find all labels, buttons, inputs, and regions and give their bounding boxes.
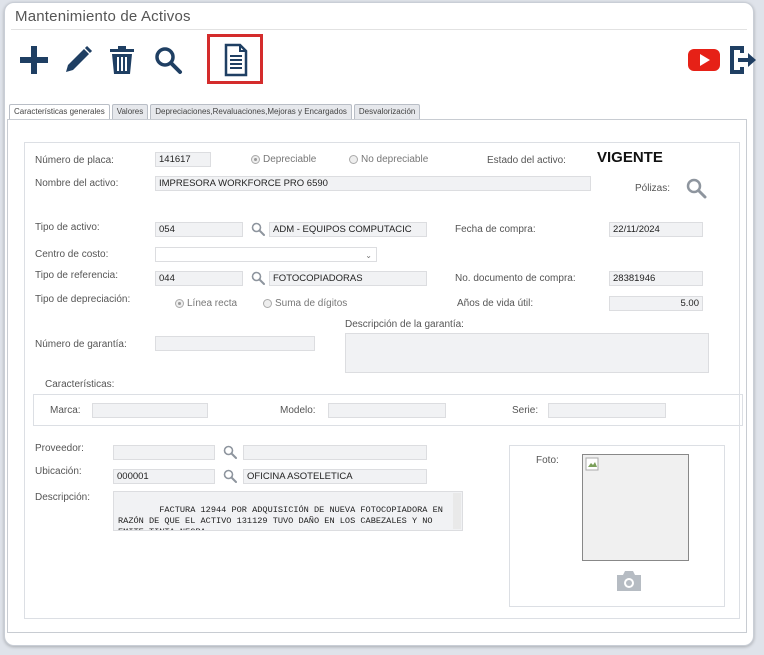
tipo-activo-label: Tipo de activo: (35, 222, 100, 233)
estado-value: VIGENTE (597, 149, 663, 166)
camera-button[interactable] (614, 568, 644, 599)
photo-placeholder (582, 454, 689, 561)
foto-label: Foto: (536, 455, 559, 466)
camera-icon (617, 571, 641, 591)
centro-costo-select[interactable]: ⌄ (155, 247, 377, 262)
tab-caracteristicas[interactable]: Características generales (9, 104, 110, 120)
no-depreciable-label: No depreciable (361, 154, 429, 165)
broken-image-icon (585, 457, 599, 471)
asset-maintenance-window: Mantenimiento de Activos Características… (4, 2, 756, 646)
tipo-activo-desc-field[interactable]: ADM - EQUIPOS COMPUTACIC (269, 222, 427, 237)
placa-field[interactable]: 141617 (155, 152, 211, 167)
proveedor-desc-field[interactable] (243, 445, 427, 460)
centro-costo-label: Centro de costo: (35, 249, 109, 260)
search-icon (251, 222, 265, 236)
descripcion-text: FACTURA 12944 POR ADQUISICIÓN DE NUEVA F… (118, 505, 443, 530)
ubicacion-search-button[interactable] (223, 469, 237, 488)
ubicacion-code-field[interactable]: 000001 (113, 469, 215, 484)
serie-label: Serie: (512, 405, 539, 416)
window-title: Mantenimiento de Activos (15, 8, 191, 25)
search-icon (223, 445, 237, 459)
edit-button[interactable] (59, 41, 97, 79)
report-button[interactable] (216, 41, 254, 79)
descripcion-field[interactable]: FACTURA 12944 POR ADQUISICIÓN DE NUEVA F… (113, 491, 463, 531)
proveedor-code-field[interactable] (113, 445, 215, 460)
search-icon (686, 178, 707, 199)
tipo-activo-search-button[interactable] (251, 222, 265, 241)
tab-desvalorizacion[interactable]: Desvalorización (353, 104, 421, 119)
nombre-label: Nombre del activo: (35, 178, 119, 189)
tipo-ref-desc-field[interactable]: FOTOCOPIADORAS (269, 271, 427, 286)
delete-button[interactable] (103, 41, 141, 79)
document-icon (224, 43, 248, 77)
search-button[interactable] (149, 41, 187, 79)
tipo-activo-code-field[interactable]: 054 (155, 222, 243, 237)
modelo-label: Modelo: (280, 405, 316, 416)
depreciable-radio[interactable]: Depreciable (251, 154, 316, 165)
foto-group: Foto: (509, 445, 725, 607)
title-divider (11, 29, 747, 30)
ubicacion-label: Ubicación: (35, 466, 82, 477)
toolbar (15, 34, 756, 84)
add-button[interactable] (15, 41, 53, 79)
anos-label: Años de vida útil: (457, 298, 534, 309)
marca-label: Marca: (50, 405, 81, 416)
tab-valores[interactable]: Valores (111, 104, 149, 119)
trash-icon (110, 46, 134, 74)
anos-field[interactable]: 5.00 (609, 296, 703, 311)
tipo-ref-code-field[interactable]: 044 (155, 271, 243, 286)
caracteristicas-label: Características: (45, 379, 115, 390)
estado-label: Estado del activo: (487, 155, 566, 166)
form-area: Número de placa: 141617 Depreciable No d… (24, 142, 743, 619)
modelo-field[interactable] (328, 403, 446, 418)
no-doc-label: No. documento de compra: (455, 273, 576, 284)
proveedor-label: Proveedor: (35, 443, 84, 454)
radio-dot (263, 299, 272, 308)
linea-recta-label: Línea recta (187, 298, 238, 309)
pencil-icon (66, 45, 93, 72)
search-icon (251, 271, 265, 285)
polizas-search-button[interactable] (685, 177, 707, 204)
fecha-compra-label: Fecha de compra: (455, 224, 536, 235)
suma-digitos-label: Suma de dígitos (275, 298, 348, 309)
tab-bar: Características generales Valores Deprec… (9, 104, 421, 120)
tipo-dep-label: Tipo de depreciación: (35, 294, 131, 305)
nombre-field[interactable]: IMPRESORA WORKFORCE PRO 6590 (155, 176, 591, 191)
tipo-ref-label: Tipo de referencia: (35, 270, 119, 281)
suma-digitos-radio[interactable]: Suma de dígitos (263, 298, 347, 309)
desc-garantia-label: Descripción de la garantía: (345, 319, 464, 330)
chevron-down-icon: ⌄ (365, 251, 372, 260)
descripcion-label: Descripción: (35, 492, 91, 503)
tipo-ref-search-button[interactable] (251, 271, 265, 290)
placa-label: Número de placa: (35, 155, 114, 166)
linea-recta-radio[interactable]: Línea recta (175, 298, 237, 309)
tab-depreciaciones[interactable]: Depreciaciones,Revaluaciones,Mejoras y E… (150, 104, 352, 119)
fecha-compra-field[interactable]: 22/11/2024 (609, 222, 703, 237)
exit-icon (730, 46, 756, 74)
serie-field[interactable] (548, 403, 666, 418)
marca-field[interactable] (92, 403, 208, 418)
caracteristicas-group: Marca: Modelo: Serie: (33, 394, 743, 426)
youtube-button[interactable] (685, 41, 723, 79)
polizas-label: Pólizas: (635, 183, 671, 194)
youtube-icon (688, 49, 720, 71)
no-depreciable-radio[interactable]: No depreciable (349, 154, 428, 165)
radio-dot (349, 155, 358, 164)
ubicacion-desc-field[interactable]: OFICINA ASOTELETICA (243, 469, 427, 484)
proveedor-search-button[interactable] (223, 445, 237, 464)
search-icon (223, 469, 237, 483)
tab-panel: Número de placa: 141617 Depreciable No d… (7, 119, 747, 633)
descripcion-scrollbar[interactable] (453, 493, 461, 529)
plus-icon (20, 46, 48, 74)
desc-garantia-field[interactable] (345, 333, 709, 373)
radio-dot (175, 299, 184, 308)
num-garantia-field[interactable] (155, 336, 315, 351)
search-icon (155, 47, 182, 74)
exit-button[interactable] (723, 41, 761, 79)
depreciable-label: Depreciable (263, 154, 317, 165)
radio-dot (251, 155, 260, 164)
num-garantia-label: Número de garantía: (35, 339, 127, 350)
no-doc-field[interactable]: 28381946 (609, 271, 703, 286)
